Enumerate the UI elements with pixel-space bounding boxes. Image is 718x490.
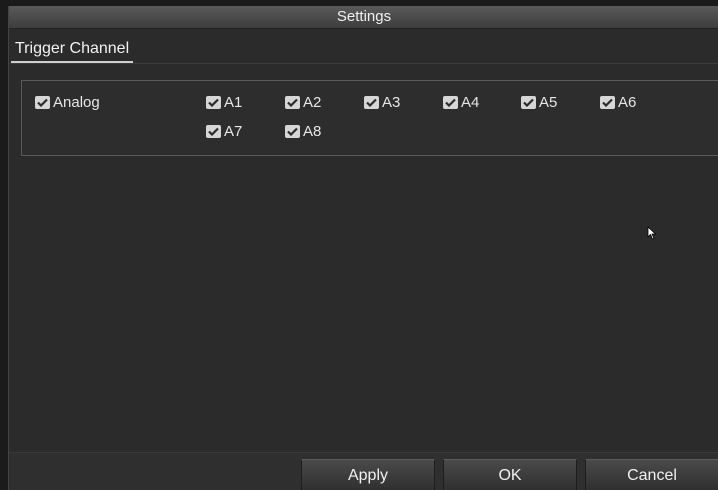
checkmark-icon — [287, 98, 298, 107]
checkmark-icon — [37, 98, 48, 107]
checkbox[interactable] — [443, 95, 458, 109]
channel-label: A4 — [461, 93, 480, 111]
mouse-pointer-icon — [647, 226, 657, 240]
checkmark-icon — [602, 98, 613, 107]
channel-checkbox-a6[interactable]: A6 — [600, 92, 636, 112]
checkbox[interactable] — [206, 95, 221, 109]
checkbox[interactable] — [364, 95, 379, 109]
checkbox[interactable] — [285, 124, 300, 138]
checkmark-icon — [208, 98, 219, 107]
channel-label: A2 — [303, 93, 322, 111]
channel-checkbox-a3[interactable]: A3 — [364, 92, 400, 112]
checkbox[interactable] — [285, 95, 300, 109]
analog-checkbox[interactable] — [35, 95, 50, 109]
checkmark-icon — [366, 98, 377, 107]
channel-label: A6 — [618, 93, 637, 111]
channel-checkbox-a5[interactable]: A5 — [521, 92, 557, 112]
checkbox[interactable] — [206, 124, 221, 138]
checkbox[interactable] — [600, 95, 615, 109]
channel-checkbox-a4[interactable]: A4 — [443, 92, 479, 112]
button-bar: Apply OK Cancel — [9, 452, 718, 490]
tab-divider — [9, 63, 718, 64]
checkmark-icon — [523, 98, 534, 107]
tab-trigger-channel[interactable]: Trigger Channel — [11, 37, 134, 63]
channel-label: A3 — [382, 93, 401, 111]
checkmark-icon — [287, 127, 298, 136]
settings-dialog: Settings Trigger Channel Analog A1 A2 A3… — [8, 6, 718, 490]
checkmark-icon — [208, 127, 219, 136]
channel-label: A7 — [224, 122, 243, 140]
channel-checkbox-a7[interactable]: A7 — [206, 121, 242, 141]
channel-checkbox-a8[interactable]: A8 — [285, 121, 321, 141]
checkbox[interactable] — [521, 95, 536, 109]
apply-button[interactable]: Apply — [301, 459, 435, 490]
checkmark-icon — [445, 98, 456, 107]
ok-button[interactable]: OK — [443, 459, 577, 490]
channel-checkbox-a1[interactable]: A1 — [206, 92, 242, 112]
channel-label: A1 — [224, 93, 243, 111]
analog-checkbox-row[interactable]: Analog — [35, 92, 100, 112]
tab-bar: Trigger Channel — [9, 29, 718, 63]
channel-checkbox-a2[interactable]: A2 — [285, 92, 321, 112]
cancel-button[interactable]: Cancel — [585, 459, 718, 490]
channel-label: A8 — [303, 122, 322, 140]
channel-label: A5 — [539, 93, 558, 111]
dialog-title: Settings — [9, 6, 718, 29]
analog-label: Analog — [53, 93, 100, 111]
